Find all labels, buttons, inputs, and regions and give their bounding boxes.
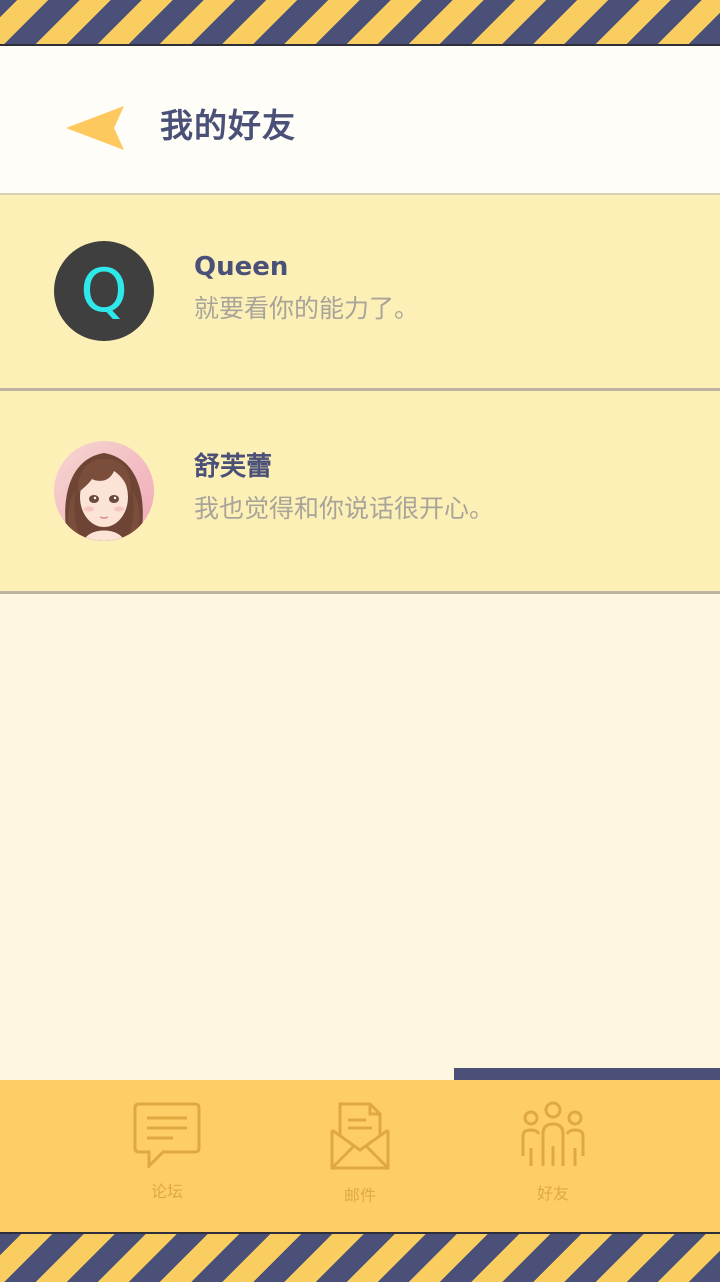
friend-last-message: 就要看你的能力了。 [194,294,420,323]
active-tab-indicator [454,1068,720,1080]
tab-label: 好友 [536,1184,569,1203]
back-button[interactable] [60,102,132,154]
friends-list: Q Queen 就要看你的能力了。 舒芙蕾 我也觉得和你说话很开心。 [0,195,720,594]
friend-name: Queen [194,252,289,282]
header-bar: 我的好友 [0,46,720,195]
avatar [54,441,154,541]
friend-row-queen[interactable]: Q Queen 就要看你的能力了。 [0,195,720,391]
girl-portrait-avatar [54,441,154,541]
chat-bubble-icon [133,1102,201,1168]
tab-friends[interactable]: 好友 [493,1100,613,1212]
top-stripe-border [0,0,720,46]
tab-label: 论坛 [150,1182,183,1201]
avatar: Q [54,241,154,341]
tab-forum[interactable]: 论坛 [107,1100,227,1212]
friend-row-shufulei[interactable]: 舒芙蕾 我也觉得和你说话很开心。 [0,391,720,594]
page-title: 我的好友 [160,106,296,145]
tab-mail[interactable]: 邮件 [300,1100,420,1212]
back-arrow-icon [66,106,124,150]
friend-last-message: 我也觉得和你说话很开心。 [194,494,495,523]
friends-icon [521,1101,585,1166]
bottom-stripe-border [0,1232,720,1282]
mail-icon [330,1102,390,1170]
tab-label: 邮件 [343,1186,376,1205]
friend-name: 舒芙蕾 [194,452,273,482]
bottom-tab-bar: 论坛 邮件 好友 [0,1080,720,1232]
